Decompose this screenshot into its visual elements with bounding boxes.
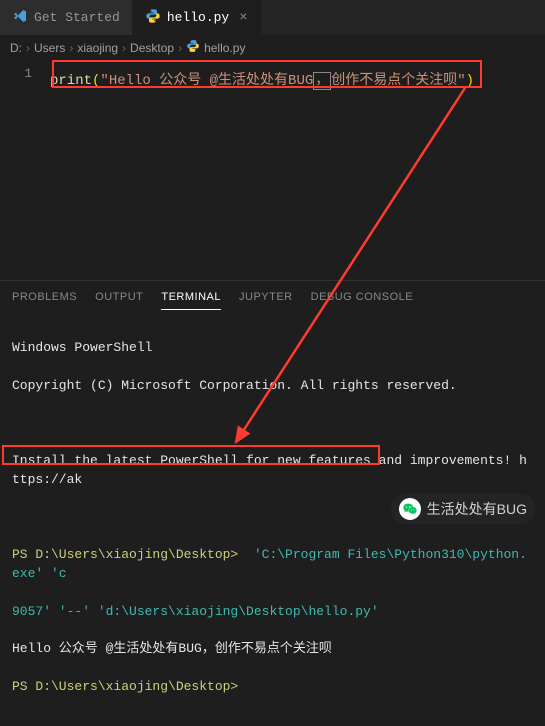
breadcrumb-users[interactable]: Users — [34, 41, 65, 55]
tab-label: Get Started — [34, 10, 120, 25]
tab-problems[interactable]: PROBLEMS — [12, 287, 77, 310]
tab-get-started[interactable]: Get Started — [0, 0, 133, 35]
tab-hello-py[interactable]: hello.py × — [133, 0, 261, 35]
python-icon — [186, 39, 200, 56]
watermark-text: 生活处处有BUG — [427, 499, 527, 519]
tab-label: hello.py — [167, 10, 229, 25]
terminal-line: PS D:\Users\xiaojing\Desktop> 'C:\Progra… — [12, 546, 533, 584]
terminal-line: 9057' '--' 'd:\Users\xiaojing\Desktop\he… — [12, 603, 533, 622]
terminal-line: Copyright (C) Microsoft Corporation. All… — [12, 377, 533, 396]
code-line[interactable]: print("Hello 公众号 @生活处处有BUG，创作不易点个关注呗") — [50, 64, 545, 89]
chevron-icon: › — [69, 41, 73, 55]
chevron-icon: › — [178, 41, 182, 55]
vscode-icon — [12, 8, 28, 28]
tab-output[interactable]: OUTPUT — [95, 287, 143, 310]
close-icon[interactable]: × — [239, 10, 247, 26]
wechat-icon — [399, 498, 421, 520]
panel-tab-bar: PROBLEMS OUTPUT TERMINAL JUPYTER DEBUG C… — [0, 280, 545, 310]
breadcrumb-desktop[interactable]: Desktop — [130, 41, 174, 55]
tab-bar: Get Started hello.py × — [0, 0, 545, 35]
terminal-prompt: PS D:\Users\xiaojing\Desktop> — [12, 678, 533, 697]
breadcrumb-d[interactable]: D: — [10, 41, 22, 55]
terminal-line: Install the latest PowerShell for new fe… — [12, 452, 533, 490]
chevron-icon: › — [122, 41, 126, 55]
breadcrumb-xiaojing[interactable]: xiaojing — [77, 41, 118, 55]
editor[interactable]: 1 print("Hello 公众号 @生活处处有BUG，创作不易点个关注呗") — [0, 60, 545, 280]
tab-terminal[interactable]: TERMINAL — [161, 287, 221, 310]
tab-jupyter[interactable]: JUPYTER — [239, 287, 293, 310]
chevron-icon: › — [26, 41, 30, 55]
terminal-output-line: Hello 公众号 @生活处处有BUG，创作不易点个关注呗 — [12, 640, 533, 659]
breadcrumb-file[interactable]: hello.py — [204, 41, 245, 55]
python-icon — [145, 8, 161, 28]
tab-debug-console[interactable]: DEBUG CONSOLE — [311, 287, 413, 310]
terminal-line: Windows PowerShell — [12, 339, 533, 358]
watermark: 生活处处有BUG — [391, 494, 535, 524]
breadcrumb: D: › Users › xiaojing › Desktop › hello.… — [0, 35, 545, 60]
line-number: 1 — [0, 60, 40, 81]
